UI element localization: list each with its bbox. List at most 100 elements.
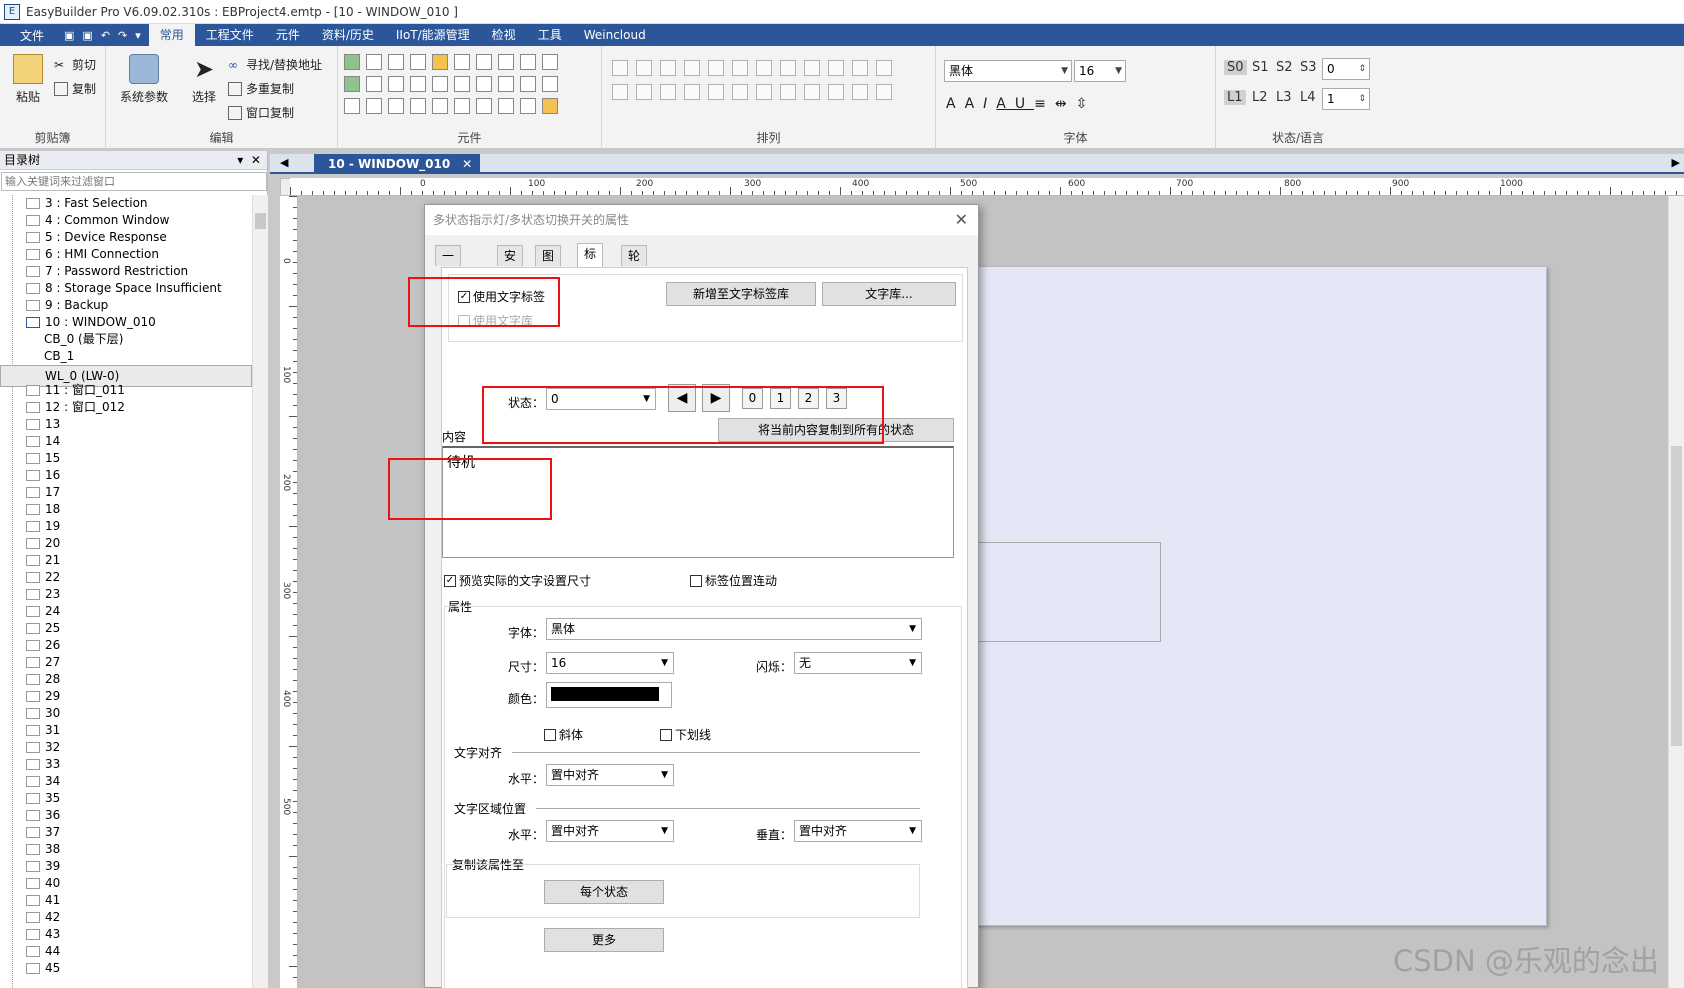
object-icon[interactable] xyxy=(476,54,492,70)
tree-window-item[interactable]: 5 : Device Response xyxy=(0,229,252,246)
tree-window-item[interactable]: 29 xyxy=(0,688,252,705)
object-icon[interactable] xyxy=(366,76,382,92)
tab-weincloud[interactable]: Weincloud xyxy=(573,24,657,46)
tab-scroll-left-icon[interactable]: ◀ xyxy=(280,156,288,169)
font-name-combo[interactable]: 黑体 ▼ xyxy=(944,60,1072,82)
tree-window-item[interactable]: 33 xyxy=(0,756,252,773)
object-icon[interactable] xyxy=(454,76,470,92)
underline-checkbox[interactable]: 下划线 xyxy=(660,726,711,743)
size-select[interactable]: 16 ▼ xyxy=(546,652,674,674)
area-vertical-select[interactable]: 置中对齐 ▼ xyxy=(794,820,922,842)
object-icon[interactable] xyxy=(366,98,382,114)
tree-window-item[interactable]: 17 xyxy=(0,484,252,501)
tab-general[interactable]: 一般属性 xyxy=(435,245,462,323)
align-icon[interactable] xyxy=(660,60,676,76)
align-icon[interactable] xyxy=(804,60,820,76)
each-state-button[interactable]: 每个状态 xyxy=(544,880,664,904)
tree-window-item[interactable]: 40 xyxy=(0,875,252,892)
align-icon[interactable] xyxy=(636,84,652,100)
horizontal-align-select[interactable]: 置中对齐 ▼ xyxy=(546,764,674,786)
tree-window-item[interactable]: 30 xyxy=(0,705,252,722)
object-icon[interactable] xyxy=(476,98,492,114)
align-icon[interactable] xyxy=(612,84,628,100)
underline-icon[interactable]: U xyxy=(1015,96,1034,112)
tab-picture[interactable]: 图片 xyxy=(535,245,562,283)
find-replace-button[interactable]: ∞ 寻找/替换地址 xyxy=(228,56,322,73)
tree-window-item[interactable]: 26 xyxy=(0,637,252,654)
align-icon[interactable] xyxy=(852,60,868,76)
font-select[interactable]: 黑体 ▼ xyxy=(546,618,922,640)
tab-security[interactable]: 安全 xyxy=(497,245,524,283)
tree-window-item[interactable]: 35 xyxy=(0,790,252,807)
lang-l4[interactable]: L4 xyxy=(1300,90,1316,105)
italic-icon[interactable]: I xyxy=(983,96,996,112)
scrollbar-thumb[interactable] xyxy=(255,213,266,229)
color-picker[interactable] xyxy=(546,682,672,708)
align-icon[interactable] xyxy=(828,84,844,100)
copy-button[interactable]: 复制 xyxy=(54,80,96,97)
tab-label[interactable]: 标签 xyxy=(577,243,604,281)
align-icon[interactable] xyxy=(780,60,796,76)
preview-actual-size-checkbox[interactable]: ✓ 预览实际的文字设置尺寸 xyxy=(444,572,591,589)
font-size-combo[interactable]: 16 ▼ xyxy=(1074,60,1126,82)
tree-window-item[interactable]: 4 : Common Window xyxy=(0,212,252,229)
close-icon[interactable]: ✕ xyxy=(955,205,968,235)
object-icon[interactable] xyxy=(498,54,514,70)
font-grow-icon[interactable]: A xyxy=(946,96,965,112)
tree-window-item[interactable]: 8 : Storage Space Insufficient xyxy=(0,280,252,297)
object-icon[interactable] xyxy=(454,54,470,70)
save-all-icon[interactable]: ▣ xyxy=(82,29,92,42)
filter-input[interactable]: 输入关键词来过滤窗口 xyxy=(1,172,267,191)
multi-copy-button[interactable]: 多重复制 xyxy=(228,80,294,97)
object-icon[interactable] xyxy=(344,54,360,70)
document-tab[interactable]: 10 - WINDOW_010 ✕ xyxy=(314,154,481,174)
object-icon[interactable] xyxy=(542,54,558,70)
object-icon[interactable] xyxy=(388,54,404,70)
tree-window-item[interactable]: 43 xyxy=(0,926,252,943)
tree-window-item[interactable]: 37 xyxy=(0,824,252,841)
align-icon[interactable] xyxy=(756,60,772,76)
lang-number-input[interactable]: 1 ⇕ xyxy=(1322,88,1370,110)
align-icon[interactable] xyxy=(780,84,796,100)
window-copy-button[interactable]: 窗口复制 xyxy=(228,104,294,121)
add-to-text-library-button[interactable]: 新增至文字标签库 xyxy=(666,282,816,306)
object-icon[interactable] xyxy=(432,98,448,114)
state-s2[interactable]: S2 xyxy=(1276,60,1293,75)
tree-window-item[interactable]: 24 xyxy=(0,603,252,620)
label-position-link-checkbox[interactable]: 标签位置连动 xyxy=(690,572,777,589)
object-icon[interactable] xyxy=(498,98,514,114)
customize-icon[interactable]: ▾ xyxy=(135,29,141,42)
tree-window-item[interactable]: 36 xyxy=(0,807,252,824)
tree-window-item[interactable]: 22 xyxy=(0,569,252,586)
tree-window-item[interactable]: 34 xyxy=(0,773,252,790)
object-icon[interactable] xyxy=(344,76,360,92)
align-icon[interactable] xyxy=(660,84,676,100)
tab-tools[interactable]: 工具 xyxy=(527,24,573,46)
tree-window-item[interactable]: 14 xyxy=(0,433,252,450)
tab-view[interactable]: 检视 xyxy=(481,24,527,46)
object-icon[interactable] xyxy=(388,98,404,114)
object-icon[interactable] xyxy=(520,76,536,92)
tree-window-item[interactable]: 39 xyxy=(0,858,252,875)
object-icon[interactable] xyxy=(410,76,426,92)
select-button[interactable]: ➤ 选择 xyxy=(188,54,220,105)
font-format-tools[interactable]: A A I A U ≡ ⇹ ⇳ xyxy=(946,96,1096,112)
lang-l1[interactable]: L1 xyxy=(1224,90,1246,105)
tree-window-item[interactable]: 12 : 窗口_012 xyxy=(0,399,252,416)
tree-child-item[interactable]: CB_0 (最下层) xyxy=(0,331,252,348)
font-color-icon[interactable]: A xyxy=(996,96,1015,112)
align-icon[interactable] xyxy=(636,60,652,76)
align-icon[interactable] xyxy=(852,84,868,100)
state-s3[interactable]: S3 xyxy=(1300,60,1317,75)
panel-controls[interactable]: ▾ ✕ xyxy=(237,151,261,170)
object-icon[interactable] xyxy=(476,76,492,92)
state-s1[interactable]: S1 xyxy=(1252,60,1269,75)
tree-window-item[interactable]: 20 xyxy=(0,535,252,552)
tree-window-item[interactable]: 18 xyxy=(0,501,252,518)
hmi-window-canvas[interactable] xyxy=(975,266,1547,926)
tree-window-item[interactable]: 3 : Fast Selection xyxy=(0,195,252,212)
align-icon[interactable] xyxy=(876,84,892,100)
tab-data-history[interactable]: 资料/历史 xyxy=(311,24,385,46)
tree-window-item[interactable]: 38 xyxy=(0,841,252,858)
tree-window-item[interactable]: 44 xyxy=(0,943,252,960)
